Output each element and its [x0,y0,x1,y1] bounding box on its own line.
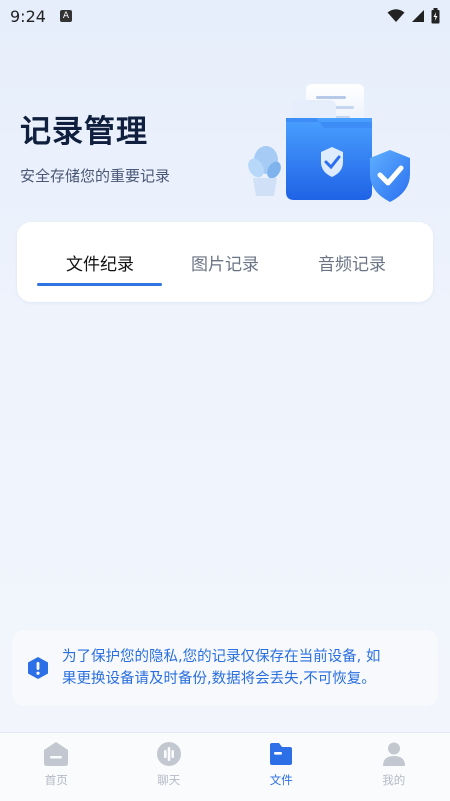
tab-label: 图片记录 [191,250,259,275]
security-shield-icon [370,150,410,202]
notification-a-icon: A [60,10,72,22]
wifi-icon [387,9,405,23]
nav-label: 文件 [270,772,293,788]
tab-file-records[interactable]: 文件纪录 [37,222,163,302]
battery-icon [431,8,440,24]
nav-chat[interactable]: 聊天 [113,733,226,801]
folder-icon [268,741,294,767]
home-icon [43,741,69,767]
status-bar: 9:24 A [0,0,450,32]
exclamation-shield-icon [26,656,50,680]
nav-profile[interactable]: 我的 [338,733,450,801]
bottom-navigation: 首页 聊天 文件 我的 [0,732,450,801]
plant-icon [245,146,284,196]
notice-line-2: 果更换设备请及时备份,数据将会丢失,不可恢复。 [62,668,380,690]
nav-home[interactable]: 首页 [0,733,113,801]
status-right [387,8,440,24]
status-time: 9:24 [10,7,46,26]
tab-image-records[interactable]: 图片记录 [162,222,288,302]
status-left: 9:24 A [10,7,72,26]
profile-icon [381,741,407,767]
tab-audio-records[interactable]: 音频记录 [289,222,415,302]
nav-label: 我的 [382,772,405,788]
nav-label: 首页 [45,772,68,788]
tab-label: 音频记录 [318,250,386,275]
active-tab-indicator [37,283,162,286]
notice-line-1: 为了保护您的隐私,您的记录仅保存在当前设备, 如 [62,646,380,668]
record-tabs: 文件纪录 图片记录 音频记录 [17,222,433,302]
header: 记录管理 安全存储您的重要记录 [20,106,170,186]
tab-label: 文件纪录 [66,250,134,275]
nav-label: 聊天 [157,772,180,788]
privacy-notice: 为了保护您的隐私,您的记录仅保存在当前设备, 如 果更换设备请及时备份,数据将会… [12,630,438,706]
signal-icon [411,9,425,23]
page-subtitle: 安全存储您的重要记录 [20,165,170,186]
chat-icon [156,741,182,767]
nav-files[interactable]: 文件 [225,733,338,801]
secure-folder-illustration [244,80,424,210]
notice-text: 为了保护您的隐私,您的记录仅保存在当前设备, 如 果更换设备请及时备份,数据将会… [62,646,380,690]
page-title: 记录管理 [20,106,170,151]
